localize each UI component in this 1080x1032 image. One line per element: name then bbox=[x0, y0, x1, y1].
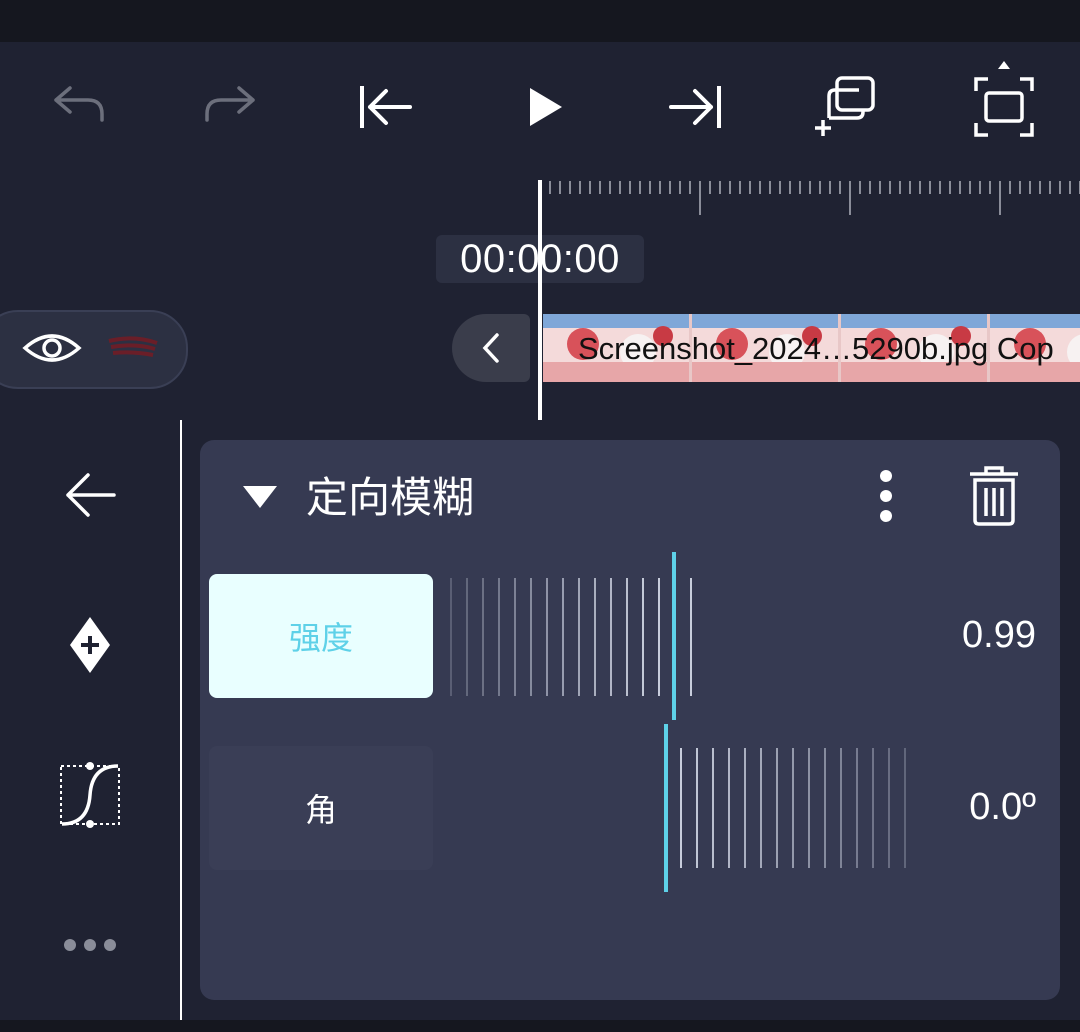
visibility-toggle[interactable] bbox=[22, 328, 82, 368]
triangle-down-icon bbox=[243, 486, 277, 508]
navigation-bar bbox=[0, 1020, 1080, 1032]
side-rail bbox=[0, 420, 180, 1020]
play-icon bbox=[530, 88, 562, 126]
param-strength-slider[interactable] bbox=[445, 550, 915, 725]
skip-to-end-button[interactable] bbox=[650, 62, 740, 152]
more-dots-icon bbox=[64, 939, 116, 951]
more-options-button[interactable] bbox=[45, 900, 135, 990]
timeline-ruler[interactable] bbox=[540, 178, 1080, 218]
param-strength-value: 0.99 bbox=[962, 614, 1036, 656]
back-arrow-icon bbox=[66, 473, 116, 517]
fullscreen-button[interactable] bbox=[959, 52, 1049, 152]
param-angle-slider[interactable] bbox=[445, 722, 915, 897]
play-button[interactable] bbox=[498, 62, 588, 152]
playhead[interactable] bbox=[538, 180, 542, 420]
easing-curve-icon bbox=[60, 762, 120, 828]
collapse-effect-toggle[interactable] bbox=[240, 480, 280, 514]
trash-icon bbox=[970, 466, 1018, 526]
eye-icon bbox=[22, 334, 82, 362]
fullscreen-icon bbox=[974, 61, 1034, 137]
back-button[interactable] bbox=[45, 450, 135, 540]
collapse-track-button[interactable] bbox=[452, 314, 530, 382]
kebab-menu-icon bbox=[880, 470, 892, 522]
param-angle-label[interactable]: 角 bbox=[209, 746, 433, 870]
chevron-left-icon bbox=[482, 333, 499, 363]
undo-icon bbox=[54, 86, 104, 122]
add-keyframe-button[interactable] bbox=[45, 600, 135, 690]
add-keyframe-icon bbox=[70, 617, 110, 673]
redo-button[interactable] bbox=[187, 62, 277, 152]
effect-title: 定向模糊 bbox=[306, 473, 475, 522]
skip-to-start-button[interactable] bbox=[341, 62, 431, 152]
undo-button[interactable] bbox=[32, 62, 122, 152]
add-layer-icon bbox=[815, 76, 875, 136]
redo-icon bbox=[205, 86, 255, 122]
effect-menu-button[interactable] bbox=[866, 466, 906, 526]
param-strength-label[interactable]: 强度 bbox=[209, 574, 433, 698]
track-thumbnail bbox=[105, 333, 161, 361]
add-layer-button[interactable] bbox=[803, 62, 893, 152]
clip-label: Screenshot_2024…5290b.jpg Cop bbox=[578, 331, 1054, 366]
track-thumbnail-image bbox=[108, 336, 158, 357]
panel-divider bbox=[180, 420, 182, 1020]
skip-to-end-icon bbox=[669, 86, 721, 128]
status-bar bbox=[0, 0, 1080, 42]
skip-to-start-icon bbox=[360, 86, 412, 128]
delete-effect-button[interactable] bbox=[964, 464, 1024, 528]
easing-curve-button[interactable] bbox=[45, 750, 135, 840]
param-angle-value: 0.0º bbox=[969, 786, 1036, 828]
